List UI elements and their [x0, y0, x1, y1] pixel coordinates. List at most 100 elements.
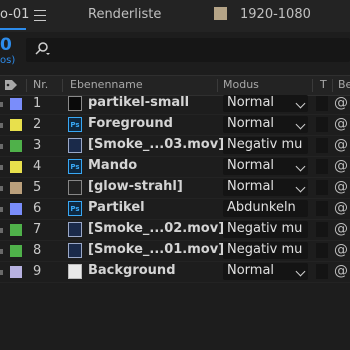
- track-matte-toggle[interactable]: [316, 222, 328, 237]
- layer-number: 2: [33, 117, 42, 132]
- blend-mode-value: Negativ mu: [227, 221, 303, 236]
- column-layername-header[interactable]: Ebenenname: [70, 78, 143, 91]
- layer-search-input[interactable]: [26, 38, 350, 62]
- track-matte-toggle[interactable]: [316, 201, 328, 216]
- photoshop-icon: Ps: [68, 117, 82, 132]
- tab-composition[interactable]: o-01: [0, 7, 29, 22]
- document-icon: [68, 264, 82, 279]
- column-separator: [312, 79, 313, 92]
- blend-mode-dropdown[interactable]: Normal: [223, 95, 308, 112]
- column-separator: [217, 79, 218, 92]
- parent-pickwhip-icon[interactable]: @: [334, 242, 348, 258]
- layer-row[interactable]: 3 [Smoke_...03.mov] Negativ mu @: [0, 136, 350, 157]
- label-color-swatch[interactable]: [10, 182, 22, 194]
- layer-row[interactable]: 2 Ps Foreground Normal @: [0, 115, 350, 136]
- layer-row[interactable]: 7 [Smoke_...02.mov] Negativ mu @: [0, 220, 350, 241]
- visibility-switch[interactable]: [0, 123, 3, 128]
- blend-mode-dropdown[interactable]: Abdunkeln: [223, 200, 308, 217]
- current-time-display[interactable]: 0: [0, 35, 12, 55]
- visibility-switch[interactable]: [0, 144, 3, 149]
- track-matte-toggle[interactable]: [316, 117, 328, 132]
- label-color-swatch[interactable]: [10, 161, 22, 173]
- layer-name[interactable]: [Smoke_...03.mov]: [88, 137, 224, 152]
- chevron-down-icon: [295, 266, 306, 277]
- footage-icon: [68, 138, 82, 153]
- track-matte-toggle[interactable]: [316, 96, 328, 111]
- parent-pickwhip-icon[interactable]: @: [334, 158, 348, 174]
- visibility-switch[interactable]: [0, 207, 3, 212]
- parent-pickwhip-icon[interactable]: @: [334, 221, 348, 237]
- visibility-switch[interactable]: [0, 186, 3, 191]
- tab-bar: o-01 Renderliste 1920-1080: [0, 0, 350, 32]
- layer-row[interactable]: 5 [glow-strahl] Normal @: [0, 178, 350, 199]
- column-separator: [62, 79, 63, 92]
- frame-rate-label: os): [0, 55, 16, 66]
- active-tab-indicator: [0, 28, 26, 30]
- visibility-switch[interactable]: [0, 228, 3, 233]
- solid-icon: [68, 96, 82, 111]
- column-number-header[interactable]: Nr.: [33, 78, 48, 91]
- parent-pickwhip-icon[interactable]: @: [334, 263, 348, 279]
- label-color-swatch[interactable]: [10, 245, 22, 257]
- visibility-switch[interactable]: [0, 270, 3, 275]
- panel-menu-icon[interactable]: [34, 10, 46, 21]
- search-icon: [35, 42, 50, 55]
- layer-number: 6: [33, 201, 42, 216]
- track-matte-toggle[interactable]: [316, 264, 328, 279]
- column-parent-header[interactable]: Bene: [338, 78, 350, 91]
- layer-name[interactable]: partikel-small: [88, 95, 189, 110]
- blend-mode-dropdown[interactable]: Normal: [223, 116, 308, 133]
- layer-name[interactable]: [Smoke_...01.mov]: [88, 242, 224, 257]
- blend-mode-dropdown[interactable]: Normal: [223, 263, 308, 280]
- blend-mode-dropdown[interactable]: Negativ mu: [223, 242, 308, 259]
- layer-name[interactable]: Foreground: [88, 116, 173, 131]
- blend-mode-dropdown[interactable]: Normal: [223, 158, 308, 175]
- label-color-swatch[interactable]: [10, 140, 22, 152]
- blend-mode-value: Normal: [227, 95, 275, 110]
- layer-name[interactable]: Background: [88, 263, 176, 278]
- parent-pickwhip-icon[interactable]: @: [334, 116, 348, 132]
- layer-row[interactable]: 8 [Smoke_...01.mov] Negativ mu @: [0, 241, 350, 262]
- parent-pickwhip-icon[interactable]: @: [334, 179, 348, 195]
- label-color-swatch[interactable]: [10, 224, 22, 236]
- label-color-swatch[interactable]: [10, 119, 22, 131]
- photoshop-icon: Ps: [68, 201, 82, 216]
- parent-pickwhip-icon[interactable]: @: [334, 200, 348, 216]
- visibility-switch[interactable]: [0, 249, 3, 254]
- blend-mode-value: Normal: [227, 179, 275, 194]
- layer-name[interactable]: [Smoke_...02.mov]: [88, 221, 224, 236]
- visibility-switch[interactable]: [0, 165, 3, 170]
- column-trackmatte-header[interactable]: T: [320, 78, 327, 91]
- track-matte-toggle[interactable]: [316, 243, 328, 258]
- parent-pickwhip-icon[interactable]: @: [334, 95, 348, 111]
- parent-pickwhip-icon[interactable]: @: [334, 137, 348, 153]
- visibility-switch[interactable]: [0, 102, 3, 107]
- track-matte-toggle[interactable]: [316, 159, 328, 174]
- blend-mode-value: Abdunkeln: [227, 200, 296, 215]
- blend-mode-value: Normal: [227, 116, 275, 131]
- label-color-swatch[interactable]: [10, 203, 22, 215]
- blend-mode-value: Normal: [227, 263, 275, 278]
- layer-row[interactable]: 9 Background Normal @: [0, 262, 350, 283]
- layer-name[interactable]: Mando: [88, 158, 137, 173]
- layer-row[interactable]: 4 Ps Mando Normal @: [0, 157, 350, 178]
- layer-name[interactable]: Partikel: [88, 200, 145, 215]
- blend-mode-value: Normal: [227, 158, 275, 173]
- layer-row[interactable]: 6 Ps Partikel Abdunkeln @: [0, 199, 350, 220]
- column-mode-header[interactable]: Modus: [223, 78, 259, 91]
- tab-render-queue[interactable]: Renderliste: [88, 7, 161, 22]
- tab-composition-1920[interactable]: 1920-1080: [240, 7, 311, 22]
- blend-mode-dropdown[interactable]: Negativ mu: [223, 137, 308, 154]
- layer-name[interactable]: [glow-strahl]: [88, 179, 183, 194]
- label-color-swatch[interactable]: [10, 266, 22, 278]
- blend-mode-dropdown[interactable]: Normal: [223, 179, 308, 196]
- composition-color-swatch: [214, 7, 227, 20]
- track-matte-toggle[interactable]: [316, 180, 328, 195]
- track-matte-toggle[interactable]: [316, 138, 328, 153]
- photoshop-icon: Ps: [68, 159, 82, 174]
- label-tag-icon[interactable]: [4, 79, 18, 91]
- blend-mode-dropdown[interactable]: Negativ mu: [223, 221, 308, 238]
- label-color-swatch[interactable]: [10, 98, 22, 110]
- layer-number: 3: [33, 138, 42, 153]
- layer-row[interactable]: 1 partikel-small Normal @: [0, 94, 350, 115]
